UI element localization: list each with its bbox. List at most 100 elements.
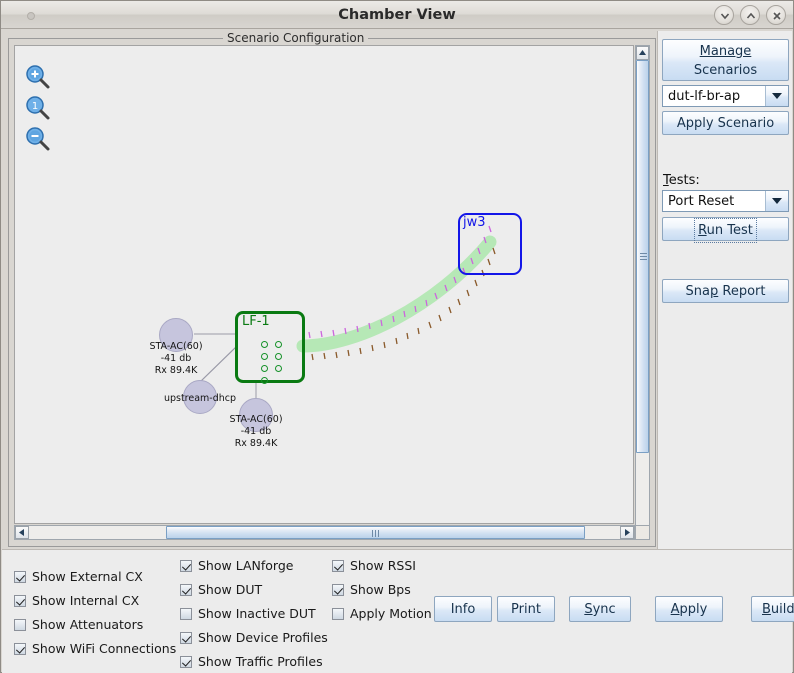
vertical-scroll-track[interactable] <box>636 60 649 527</box>
snap-report-button[interactable]: Snap Report <box>662 279 789 303</box>
checkbox-show-lanforge[interactable]: Show LANforge <box>180 558 293 573</box>
checkbox-show-wifi-connections[interactable]: Show WiFi Connections <box>14 641 176 656</box>
checkbox-show-device-profiles[interactable]: Show Device Profiles <box>180 630 328 645</box>
print-button[interactable]: Print <box>497 596 555 622</box>
lf-port[interactable] <box>261 365 268 372</box>
checkbox-icon[interactable] <box>180 655 192 668</box>
close-icon[interactable] <box>766 5 786 25</box>
checkbox-label: Show Traffic Profiles <box>198 654 323 669</box>
print-label: Print <box>511 602 541 617</box>
checkbox-show-attenuators[interactable]: Show Attenuators <box>14 617 143 632</box>
tests-label-rest: ests: <box>668 173 700 188</box>
window-title: Chamber View <box>338 7 456 23</box>
main-content: Scenario Configuration 1 STA-AC(60) -41 … <box>2 29 792 549</box>
canvas-horizontal-scrollbar[interactable] <box>14 525 635 540</box>
node-label-line: STA-AC(60) <box>229 414 283 425</box>
checkbox-label: Apply Motion <box>350 606 432 621</box>
manage-scenarios-button[interactable]: Manage Scenarios <box>662 39 789 81</box>
node-label-line: -41 db <box>160 353 192 364</box>
group-title: Scenario Configuration <box>223 31 369 45</box>
build-button[interactable]: Build <box>751 596 794 622</box>
build-label: Build <box>762 602 794 617</box>
scroll-grip-icon <box>640 252 647 262</box>
checkbox-icon[interactable] <box>332 559 344 572</box>
lf-port[interactable] <box>275 365 282 372</box>
lf-port[interactable] <box>275 341 282 348</box>
checkbox-label: Show Inactive DUT <box>198 606 316 621</box>
horizontal-scroll-track[interactable] <box>29 526 620 539</box>
checkbox-show-internal-cx[interactable]: Show Internal CX <box>14 593 139 608</box>
checkbox-show-rssi[interactable]: Show RSSI <box>332 558 416 573</box>
info-button[interactable]: Info <box>434 596 492 622</box>
test-select[interactable]: Port Reset <box>662 190 789 212</box>
sync-button[interactable]: Sync <box>569 596 631 622</box>
zoom-reset-icon[interactable]: 1 <box>25 95 51 121</box>
node-lf-1-label: LF-1 <box>242 314 270 329</box>
zoom-tools: 1 <box>25 64 55 157</box>
canvas-scroll-area: 1 STA-AC(60) -41 db Rx 89.4K upstream-dh… <box>14 45 650 540</box>
lf-port[interactable] <box>261 353 268 360</box>
checkbox-show-inactive-dut[interactable]: Show Inactive DUT <box>180 606 316 621</box>
window-controls <box>714 5 786 26</box>
checkbox-icon[interactable] <box>180 583 192 596</box>
node-sta-ac-60-top-label: STA-AC(60) -41 db Rx 89.4K <box>120 341 232 377</box>
checkbox-show-external-cx[interactable]: Show External CX <box>14 569 143 584</box>
checkbox-label: Show External CX <box>32 569 143 584</box>
checkbox-label: Show WiFi Connections <box>32 641 177 656</box>
zoom-in-icon[interactable] <box>25 64 51 90</box>
checkbox-icon[interactable] <box>180 631 192 644</box>
checkbox-icon[interactable] <box>14 642 26 655</box>
checkbox-label: Show Device Profiles <box>198 630 328 645</box>
chamber-canvas[interactable]: 1 STA-AC(60) -41 db Rx 89.4K upstream-dh… <box>14 45 634 524</box>
chevron-down-icon[interactable] <box>765 191 788 211</box>
snap-report-label: Snap Report <box>685 284 766 299</box>
node-sta-ac-60-bottom-label: STA-AC(60) -41 db Rx 89.4K <box>200 414 312 450</box>
chevron-down-icon[interactable] <box>765 86 788 106</box>
scenario-select[interactable]: dut-lf-br-ap <box>662 85 789 107</box>
node-label-line: Rx 89.4K <box>234 438 278 449</box>
checkbox-label: Show LANforge <box>198 558 294 573</box>
lf-port[interactable] <box>275 353 282 360</box>
node-upstream-dhcp-label: upstream-dhcp <box>145 393 255 405</box>
lf-port[interactable] <box>261 377 268 384</box>
checkbox-icon[interactable] <box>180 607 192 620</box>
zoom-out-icon[interactable] <box>25 126 51 152</box>
run-test-button[interactable]: Run Test <box>662 217 789 243</box>
scroll-up-icon[interactable] <box>636 46 649 60</box>
checkbox-apply-motion[interactable]: Apply Motion <box>332 606 432 621</box>
scrollbar-corner <box>635 525 650 540</box>
lf-port[interactable] <box>261 341 268 348</box>
scroll-left-icon[interactable] <box>15 526 29 539</box>
scroll-grip-icon <box>371 530 381 537</box>
vertical-scroll-thumb[interactable] <box>636 60 649 453</box>
info-label: Info <box>450 602 476 617</box>
scroll-right-icon[interactable] <box>620 526 634 539</box>
checkbox-icon[interactable] <box>14 594 26 607</box>
checkbox-show-dut[interactable]: Show DUT <box>180 582 262 597</box>
options-bar: Show External CX Show Internal CX Show A… <box>2 549 794 673</box>
test-select-value: Port Reset <box>663 191 765 211</box>
checkbox-label: Show DUT <box>198 582 263 597</box>
run-test-label: Run Test <box>694 218 757 243</box>
checkbox-icon[interactable] <box>180 559 192 572</box>
apply-button[interactable]: Apply <box>655 596 723 622</box>
horizontal-scroll-thumb[interactable] <box>166 526 585 539</box>
maximize-icon[interactable] <box>740 5 760 25</box>
node-label-line: Rx 89.4K <box>154 365 198 376</box>
apply-scenario-button[interactable]: Apply Scenario <box>662 111 789 135</box>
chamber-view-window: Chamber View Scenario Configuration 1 ST… <box>0 0 794 673</box>
node-label-line: -41 db <box>240 426 272 437</box>
canvas-vertical-scrollbar[interactable] <box>635 45 650 540</box>
checkbox-icon[interactable] <box>14 618 26 631</box>
checkbox-show-traffic-profiles[interactable]: Show Traffic Profiles <box>180 654 323 669</box>
apply-label: Apply <box>670 602 708 617</box>
checkbox-icon[interactable] <box>332 607 344 620</box>
checkbox-icon[interactable] <box>332 583 344 596</box>
tests-label: Tests: <box>663 173 700 188</box>
minimize-icon[interactable] <box>714 5 734 25</box>
checkbox-show-bps[interactable]: Show Bps <box>332 582 411 597</box>
node-label-line: upstream-dhcp <box>163 393 237 404</box>
topology-graphics <box>194 225 497 398</box>
checkbox-icon[interactable] <box>14 570 26 583</box>
sidebar: Manage Scenarios dut-lf-br-ap Apply Scen… <box>657 31 792 549</box>
